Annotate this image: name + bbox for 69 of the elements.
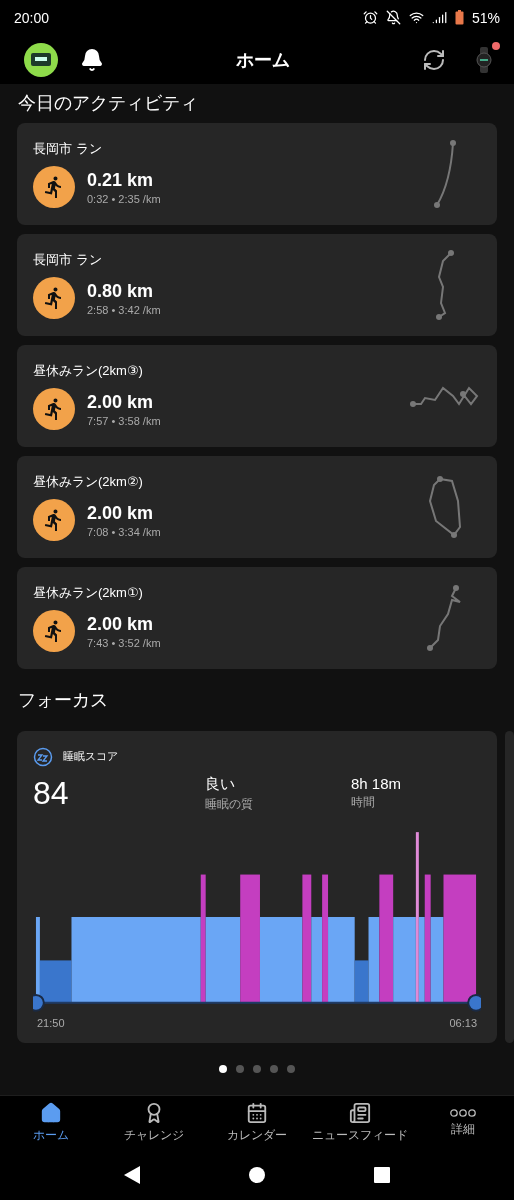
avatar[interactable] [24,42,58,77]
activity-title: 長岡市 ラン [33,140,103,159]
alarm-icon [362,10,378,26]
route-map-drawing [426,475,464,540]
nav-tab[interactable]: ホーム [0,1095,103,1151]
pager-dot[interactable] [219,1064,227,1073]
activity-stats: 7:08 • 3:34 /km [87,525,161,538]
running-icon [33,499,75,542]
activity-card[interactable]: 昼休みラン(2km②) 2.00 km 7:08 • 3:34 /km [17,456,497,559]
route-map-drawing [433,139,457,210]
wifi-icon [408,10,424,26]
pager-dot[interactable] [236,1064,244,1073]
route-map-drawing [409,384,481,409]
nav-tab[interactable]: チャレンジ [102,1095,206,1151]
activity-title: 長岡市 ラン [33,251,103,270]
activity-title: 昼休みラン(2km③) [33,362,144,381]
section-title: フォーカス [18,689,108,713]
activity-stats: 0:32 • 2:35 /km [87,192,161,205]
section-title: 今日のアクティビティ [18,92,198,116]
page-title: ホーム [235,48,291,72]
sleep-quality: 良い [205,774,236,794]
activity-stats: 2:58 • 3:42 /km [87,303,161,316]
battery-icon [454,10,464,26]
card-title: 睡眠スコア [63,749,118,765]
pager-dot[interactable] [253,1064,261,1073]
home-circle-icon[interactable] [249,1167,265,1184]
nav-tab[interactable]: 詳細 [411,1095,514,1151]
activity-card[interactable]: 長岡市 ラン 0.21 km 0:32 • 2:35 /km [17,123,497,226]
pager-dot[interactable] [287,1064,295,1073]
status-time: 20:00 [14,9,50,26]
calendar-icon [246,1101,268,1124]
nav-tab[interactable]: ニュースフィード [308,1095,412,1151]
activity-distance: 2.00 km [87,613,155,635]
bell-off-icon [385,10,401,26]
sleep-duration-label: 時間 [351,793,376,811]
activity-card[interactable]: 昼休みラン(2km①) 2.00 km 7:43 • 3:52 /km [17,567,497,670]
running-icon [33,610,75,653]
recents-icon[interactable] [373,1167,390,1184]
home-icon [40,1101,63,1124]
activity-title: 昼休みラン(2km①) [33,584,144,603]
sleep-score: 84 [33,774,70,813]
activity-card[interactable]: 長岡市 ラン 0.80 km 2:58 • 3:42 /km [17,234,497,337]
sleep-score-card[interactable]: 睡眠スコア 84 良い 睡眠の質 8h 18m 時間 21:50 06:13 [17,730,497,1043]
sync-icon[interactable] [422,47,446,72]
newspaper-icon [348,1101,371,1124]
pager-dot[interactable] [270,1064,278,1073]
activity-distance: 0.80 km [87,280,155,302]
nav-tab[interactable]: カレンダー [205,1095,309,1151]
sleep-icon [33,746,53,767]
sleep-quality-label: 睡眠の質 [205,795,254,813]
signal-icon [431,10,447,26]
activity-stats: 7:57 • 3:58 /km [87,414,161,427]
activity-distance: 2.00 km [87,502,155,524]
sleep-duration: 8h 18m [351,774,403,792]
activity-distance: 0.21 km [87,169,155,191]
activity-title: 昼休みラン(2km②) [33,473,144,492]
sleep-end-time: 06:13 [449,1016,477,1029]
cassette-icon [31,53,51,67]
more-icon [449,1107,476,1118]
battery-percent: 51% [471,9,500,26]
sleep-start-time: 21:50 [37,1016,65,1029]
running-icon [33,166,75,209]
activity-distance: 2.00 km [87,391,155,413]
back-icon[interactable] [124,1166,141,1185]
running-icon [33,388,75,431]
notification-bell-icon[interactable] [80,47,104,72]
activity-card[interactable]: 昼休みラン(2km③) 2.00 km 7:57 • 3:58 /km [17,345,497,448]
activity-stats: 7:43 • 3:52 /km [87,636,161,649]
running-icon [33,277,75,320]
